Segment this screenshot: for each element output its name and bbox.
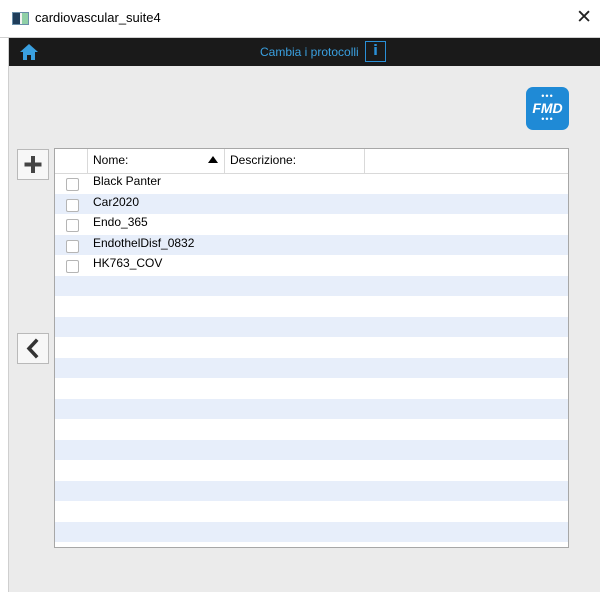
row-checkbox[interactable] <box>66 239 79 253</box>
info-icon: i <box>373 43 378 59</box>
left-border <box>0 38 9 592</box>
empty-row <box>55 398 568 419</box>
add-protocol-button[interactable] <box>17 149 49 180</box>
empty-row <box>55 419 568 440</box>
logo-dots-top: ••• <box>541 91 554 101</box>
header-name-label: Nome: <box>93 153 129 167</box>
home-button[interactable] <box>19 42 39 62</box>
plus-icon <box>24 156 42 173</box>
back-button[interactable] <box>17 333 49 364</box>
empty-row <box>55 501 568 522</box>
empty-row <box>55 460 568 481</box>
table-row[interactable]: EndothelDisf_0832 <box>55 234 568 255</box>
app-toolbar: Cambia i protocolli i <box>9 38 600 66</box>
row-checkbox[interactable] <box>66 260 79 273</box>
row-checkbox[interactable] <box>66 198 79 212</box>
empty-row <box>55 357 568 378</box>
window-titlebar: cardiovascular_suite4 ✕ <box>0 0 600 38</box>
sort-ascending-icon <box>208 156 218 163</box>
row-name: Endo_365 <box>93 215 148 229</box>
info-button[interactable]: i <box>365 41 386 62</box>
empty-row <box>55 316 568 337</box>
app-icon <box>12 12 29 25</box>
protocols-table: Nome: Descrizione: Black Panter Car2020 … <box>54 148 569 548</box>
header-select-column[interactable] <box>55 149 88 173</box>
home-icon <box>19 42 39 62</box>
header-description[interactable]: Descrizione: <box>225 149 365 173</box>
logo-dots-bottom: ••• <box>541 114 554 124</box>
header-description-label: Descrizione: <box>230 153 297 167</box>
header-name[interactable]: Nome: <box>88 149 225 173</box>
empty-row <box>55 521 568 542</box>
row-name: HK763_COV <box>93 256 163 270</box>
table-body: Black Panter Car2020 Endo_365 EndothelDi… <box>55 173 568 542</box>
empty-row <box>55 480 568 501</box>
chevron-left-icon <box>26 338 39 359</box>
table-row[interactable]: HK763_COV <box>55 255 568 276</box>
row-name: Car2020 <box>93 194 140 209</box>
row-checkbox[interactable] <box>66 178 79 191</box>
table-row[interactable]: Black Panter <box>55 173 568 194</box>
row-name: EndothelDisf_0832 <box>93 235 195 250</box>
row-name: Black Panter <box>93 174 162 188</box>
empty-row <box>55 296 568 317</box>
empty-row <box>55 439 568 460</box>
change-protocols-link[interactable]: Cambia i protocolli <box>260 45 359 59</box>
empty-row <box>55 275 568 296</box>
window-title: cardiovascular_suite4 <box>35 10 161 25</box>
table-row[interactable]: Car2020 <box>55 193 568 214</box>
table-row[interactable]: Endo_365 <box>55 214 568 235</box>
empty-row <box>55 337 568 358</box>
fmd-logo: ••• FMD ••• <box>526 87 569 130</box>
close-icon[interactable]: ✕ <box>576 6 592 28</box>
row-checkbox[interactable] <box>66 219 79 232</box>
empty-row <box>55 378 568 399</box>
table-header: Nome: Descrizione: <box>55 149 568 174</box>
